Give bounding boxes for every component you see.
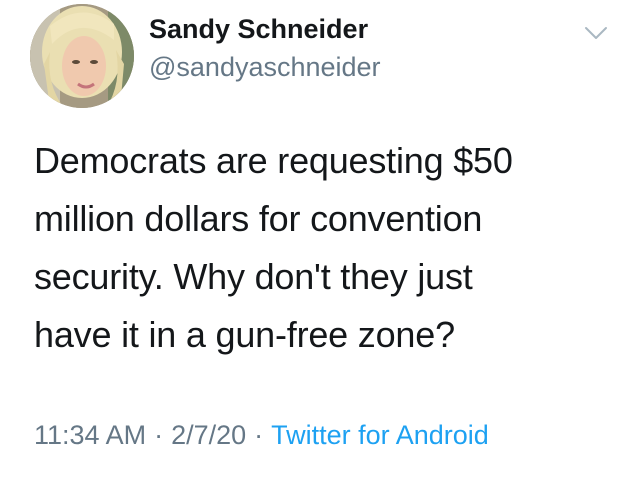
chevron-down-icon[interactable]: [584, 24, 608, 42]
avatar-photo: [30, 4, 134, 108]
user-handle[interactable]: @sandyaschneider: [149, 52, 381, 83]
tweet-date[interactable]: 2/7/20: [171, 420, 246, 450]
tweet-source-link[interactable]: Twitter for Android: [271, 420, 489, 450]
display-name[interactable]: Sandy Schneider: [149, 14, 368, 45]
tweet-text-line: security. Why don't they just: [34, 256, 473, 297]
tweet-text-line: have it in a gun-free zone?: [34, 314, 455, 355]
tweet-meta: 11:34 AM · 2/7/20 · Twitter for Android: [34, 420, 489, 451]
tweet-text-line: Democrats are requesting $50: [34, 140, 513, 181]
meta-separator: ·: [254, 420, 264, 450]
tweet-card: Sandy Schneider @sandyaschneider Democra…: [0, 0, 640, 485]
tweet-text-line: million dollars for convention: [34, 198, 483, 239]
tweet-text: Democrats are requesting $50 million dol…: [34, 132, 614, 364]
tweet-time[interactable]: 11:34 AM: [34, 420, 146, 450]
meta-separator: ·: [154, 420, 164, 450]
avatar[interactable]: [30, 4, 134, 108]
